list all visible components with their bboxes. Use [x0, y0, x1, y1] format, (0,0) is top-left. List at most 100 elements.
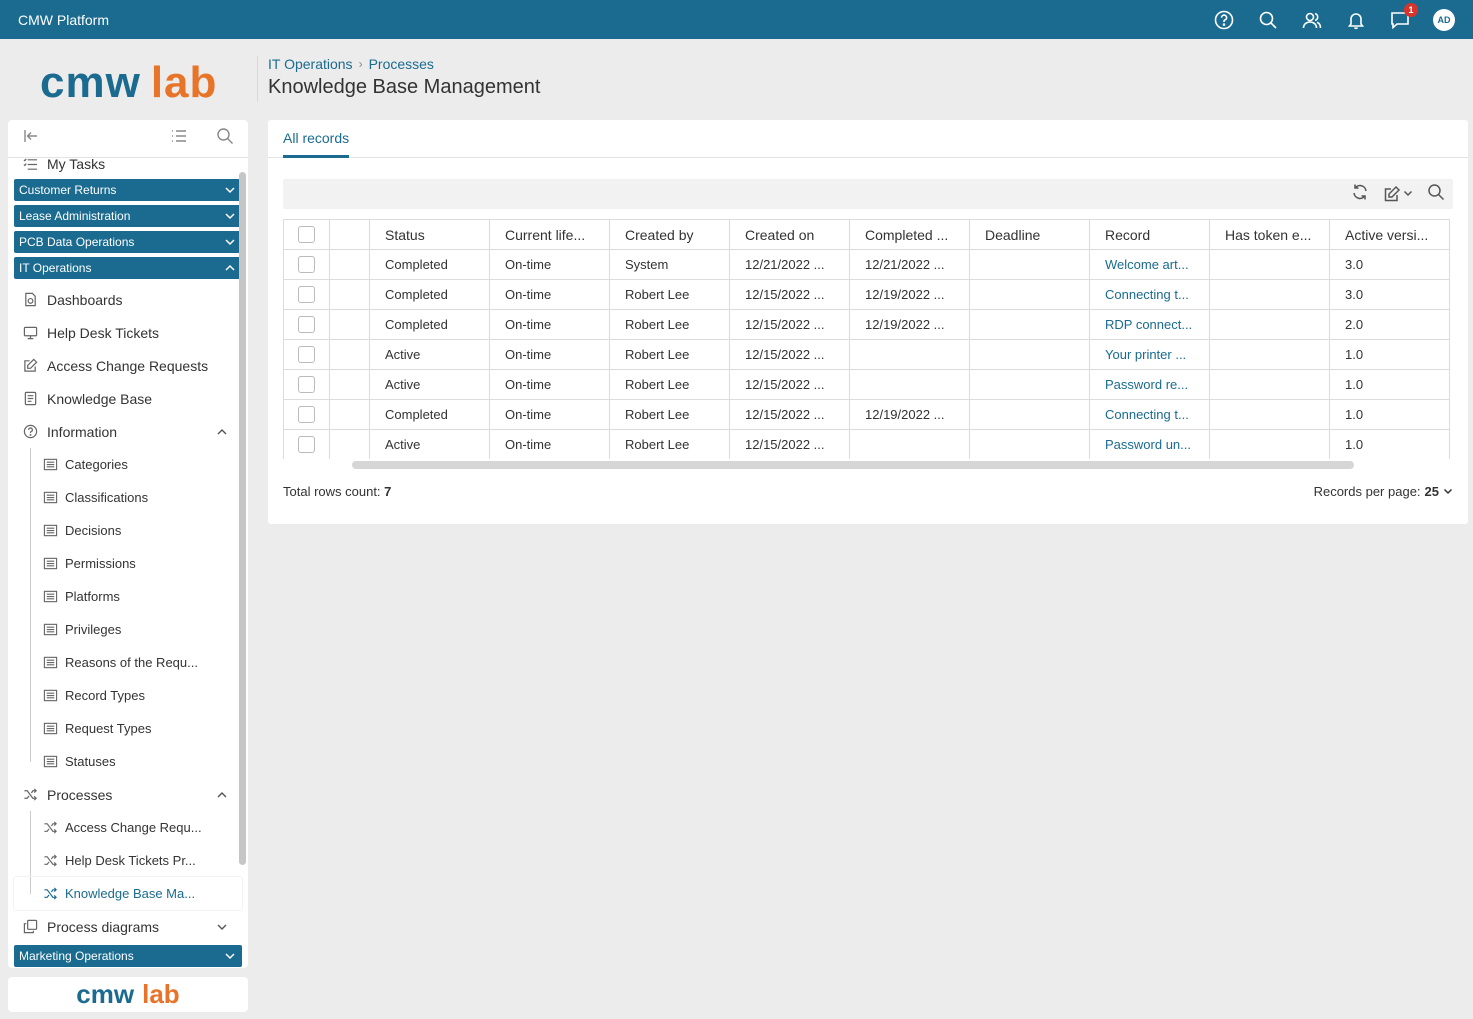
sidebar-item-access-change-requests[interactable]: Access Change Requests	[8, 349, 248, 382]
collapse-sidebar-icon[interactable]	[22, 127, 40, 150]
tab-all-records[interactable]: All records	[283, 130, 350, 158]
row-checkbox[interactable]	[298, 406, 315, 424]
sidebar-item-information[interactable]: Information	[8, 415, 248, 448]
sidebar-scrollbar[interactable]	[239, 172, 246, 865]
column-header-active-version[interactable]: Active versi...	[1329, 219, 1450, 250]
edit-icon	[1384, 185, 1401, 202]
list-icon[interactable]	[170, 127, 188, 150]
horizontal-scrollbar[interactable]	[352, 461, 1354, 469]
refresh-icon[interactable]	[1351, 183, 1369, 206]
table-cell: On-time	[489, 339, 610, 370]
table-cell[interactable]: Connecting t...	[1089, 279, 1210, 310]
brand-logo[interactable]: cmw lab	[40, 58, 217, 108]
sidebar-item-categories[interactable]: Categories	[8, 448, 248, 481]
records-per-page-value: 25	[1424, 484, 1439, 499]
sidebar-item-access-change-process[interactable]: Access Change Requ...	[8, 811, 248, 844]
tasks-icon	[22, 158, 38, 172]
row-checkbox[interactable]	[298, 286, 315, 304]
sidebar-item-dashboards[interactable]: Dashboards	[8, 283, 248, 316]
sidebar-group-pcb-data-operations[interactable]: PCB Data Operations	[14, 231, 242, 253]
sidebar-item-statuses[interactable]: Statuses	[8, 745, 248, 778]
messages-icon[interactable]: 1	[1389, 2, 1418, 31]
table-cell	[969, 399, 1090, 430]
sidebar-item-help-desk-tickets[interactable]: Help Desk Tickets	[8, 316, 248, 349]
table-icon	[42, 688, 58, 704]
table-cell: 12/15/2022 ...	[729, 339, 850, 370]
table-icon	[42, 490, 58, 506]
sidebar-group-customer-returns[interactable]: Customer Returns	[14, 179, 242, 201]
sidebar-item-classifications[interactable]: Classifications	[8, 481, 248, 514]
table-icon	[42, 523, 58, 539]
column-header-completed[interactable]: Completed ...	[849, 219, 970, 250]
dashboard-icon	[22, 292, 38, 308]
breadcrumb-it-operations[interactable]: IT Operations	[268, 56, 353, 72]
table-row[interactable]: Completed On-time Robert Lee 12/15/2022 ...…	[283, 309, 1450, 340]
select-all-cell	[283, 219, 330, 250]
book-icon	[22, 391, 38, 407]
row-checkbox[interactable]	[298, 346, 315, 364]
table-row[interactable]: Active On-time Robert Lee 12/15/2022 ... Pas…	[283, 429, 1450, 459]
bell-icon[interactable]	[1345, 9, 1367, 31]
search-icon[interactable]	[1257, 9, 1279, 31]
table-cell[interactable]: Password un...	[1089, 429, 1210, 459]
sidebar-item-permissions[interactable]: Permissions	[8, 547, 248, 580]
diagram-icon	[22, 919, 38, 935]
sidebar-item-knowledge-base-process[interactable]: Knowledge Base Ma...	[14, 877, 242, 910]
chevron-down-icon	[224, 210, 236, 222]
row-checkbox[interactable]	[298, 436, 315, 454]
sidebar-search-icon[interactable]	[216, 127, 234, 150]
table-cell[interactable]: Password re...	[1089, 369, 1210, 400]
sidebar-item-privileges[interactable]: Privileges	[8, 613, 248, 646]
sidebar-group-lease-administration[interactable]: Lease Administration	[14, 205, 242, 227]
sidebar-item-help-desk-process[interactable]: Help Desk Tickets Pr...	[8, 844, 248, 877]
grid-search-icon[interactable]	[1427, 183, 1445, 206]
table-cell	[969, 429, 1090, 459]
row-checkbox[interactable]	[298, 376, 315, 394]
sidebar-item-process-diagrams[interactable]: Process diagrams	[8, 910, 248, 943]
table-row[interactable]: Completed On-time Robert Lee 12/15/2022 ...…	[283, 279, 1450, 310]
column-header-status[interactable]: Status	[369, 219, 490, 250]
sidebar-item-request-types[interactable]: Request Types	[8, 712, 248, 745]
table-icon	[42, 655, 58, 671]
table-row[interactable]: Completed On-time System 12/21/2022 ... 12/2…	[283, 249, 1450, 280]
column-header-deadline[interactable]: Deadline	[969, 219, 1090, 250]
sidebar-item-decisions[interactable]: Decisions	[8, 514, 248, 547]
table-cell	[1209, 249, 1330, 280]
select-all-checkbox[interactable]	[298, 226, 315, 244]
sidebar-item-record-types[interactable]: Record Types	[8, 679, 248, 712]
table-cell[interactable]: Connecting t...	[1089, 399, 1210, 430]
table-cell: Robert Lee	[609, 429, 730, 459]
table-cell[interactable]: RDP connect...	[1089, 309, 1210, 340]
table-cell: 12/19/2022 ...	[849, 309, 970, 340]
help-icon[interactable]	[1213, 9, 1235, 31]
table-cell	[849, 339, 970, 370]
row-checkbox[interactable]	[298, 316, 315, 334]
table-cell: 2.0	[1329, 309, 1450, 340]
table-row[interactable]: Active On-time Robert Lee 12/15/2022 ... You…	[283, 339, 1450, 370]
records-per-page-selector[interactable]: Records per page: 25	[1314, 484, 1453, 499]
row-checkbox[interactable]	[298, 256, 315, 274]
column-header-created-by[interactable]: Created by	[609, 219, 730, 250]
table-row[interactable]: Completed On-time Robert Lee 12/15/2022 ...…	[283, 399, 1450, 430]
row-select-cell	[283, 369, 330, 400]
sidebar-item-my-tasks[interactable]: My Tasks	[8, 158, 248, 174]
column-header-created-on[interactable]: Created on	[729, 219, 850, 250]
table-cell[interactable]: Welcome art...	[1089, 249, 1210, 280]
table-cell	[849, 369, 970, 400]
sidebar-group-marketing-operations[interactable]: Marketing Operations	[14, 945, 242, 967]
column-header-lifecycle[interactable]: Current life...	[489, 219, 610, 250]
sidebar-item-knowledge-base[interactable]: Knowledge Base	[8, 382, 248, 415]
sidebar-item-reasons[interactable]: Reasons of the Requ...	[8, 646, 248, 679]
table-row[interactable]: Active On-time Robert Lee 12/15/2022 ... Pas…	[283, 369, 1450, 400]
sidebar-item-processes[interactable]: Processes	[8, 778, 248, 811]
avatar[interactable]: AD	[1433, 8, 1455, 31]
column-header-record[interactable]: Record	[1089, 219, 1210, 250]
chevron-right-icon: ›	[358, 57, 363, 71]
breadcrumb-processes[interactable]: Processes	[369, 56, 434, 72]
edit-menu-button[interactable]	[1383, 185, 1413, 203]
sidebar-item-platforms[interactable]: Platforms	[8, 580, 248, 613]
users-icon[interactable]	[1301, 9, 1323, 31]
table-cell[interactable]: Your printer ...	[1089, 339, 1210, 370]
column-header-has-token[interactable]: Has token e...	[1209, 219, 1330, 250]
sidebar-group-it-operations[interactable]: IT Operations	[14, 257, 242, 279]
